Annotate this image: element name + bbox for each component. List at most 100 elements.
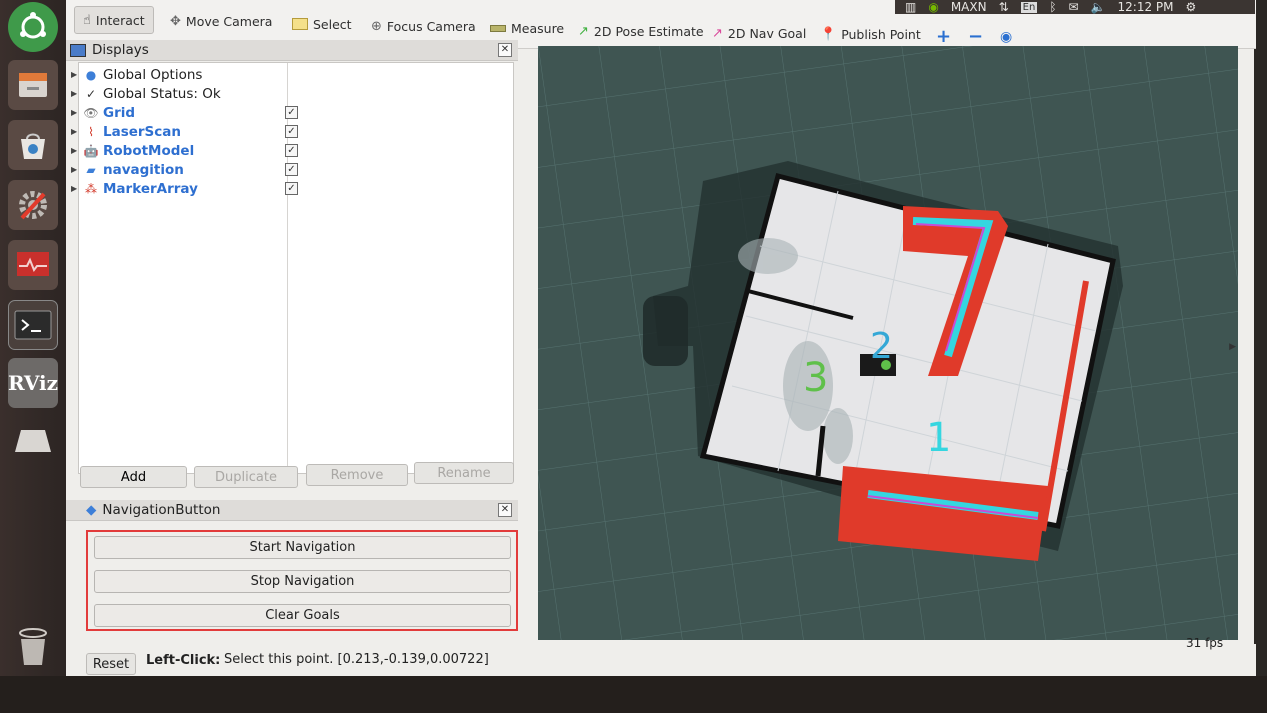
expand-arrow-icon[interactable]: ▶ xyxy=(71,127,79,136)
select-label: Select xyxy=(313,16,352,32)
laserscan-checkbox[interactable]: ✓ xyxy=(285,125,298,138)
globe-icon: ● xyxy=(85,67,97,82)
pose-estimate-tool[interactable]: ↗ 2D Pose Estimate xyxy=(578,20,704,42)
expand-arrow-icon[interactable]: ▶ xyxy=(71,70,79,79)
reset-button[interactable]: Reset xyxy=(86,653,136,675)
green-arrow-icon: ↗ xyxy=(578,23,589,39)
keyboard-layout[interactable]: En xyxy=(1020,1,1038,13)
navigation-panel-header: ◆ NavigationButton ✕ xyxy=(66,500,518,521)
tree-label: LaserScan xyxy=(103,123,182,140)
expand-arrow-icon[interactable]: ▶ xyxy=(71,89,79,98)
displays-panel: Displays ✕ ▶ ● Global Options ▶ ✓ Global… xyxy=(66,40,518,498)
marker-array-icon: ⁂ xyxy=(85,181,97,196)
rename-button[interactable]: Rename xyxy=(414,462,514,484)
robot-model-icon: 🤖 xyxy=(83,143,99,158)
tree-row-grid[interactable]: ▶ 👁 Grid ✓ xyxy=(71,103,515,122)
tree-label: Grid xyxy=(103,104,136,121)
software-center-icon[interactable] xyxy=(8,120,58,170)
stop-navigation-button[interactable]: Stop Navigation xyxy=(94,570,511,593)
focus-camera-icon: ⊕ xyxy=(371,18,382,34)
displays-header: Displays ✕ xyxy=(66,40,518,61)
status-hint-text: Select this point. [0.213,-0.139,0.00722… xyxy=(224,652,489,667)
folder-icon: ▰ xyxy=(86,162,96,177)
select-box-icon xyxy=(292,18,308,30)
focus-camera-tool[interactable]: ⊕ Focus Camera xyxy=(371,15,476,37)
highlight-box: Start Navigation Stop Navigation Clear G… xyxy=(86,530,518,631)
status-bar: Reset Left-Click: Select this point. [0.… xyxy=(66,636,1256,676)
expand-arrow-icon[interactable]: ▶ xyxy=(71,146,79,155)
measure-tool[interactable]: Measure xyxy=(490,17,564,39)
laserscan-icon: ⌇ xyxy=(88,124,94,139)
expand-arrow-icon[interactable]: ▶ xyxy=(71,184,79,193)
marker-label-3: 3 xyxy=(803,355,828,401)
remove-tool-button[interactable]: − xyxy=(968,25,983,47)
close-icon[interactable]: ✕ xyxy=(498,43,512,57)
expand-arrow-icon[interactable]: ▶ xyxy=(71,165,79,174)
fps-counter: 31 fps xyxy=(1186,636,1224,650)
mail-icon[interactable]: ✉ xyxy=(1069,0,1079,14)
grid-checkbox[interactable]: ✓ xyxy=(285,106,298,119)
terminal-icon[interactable] xyxy=(8,300,58,350)
workspace-switcher-icon[interactable] xyxy=(8,416,58,466)
dash-icon[interactable] xyxy=(8,2,58,52)
network-icon[interactable]: ⇅ xyxy=(999,0,1009,14)
tree-label: Global Options xyxy=(103,66,203,83)
tree-row-navagition[interactable]: ▶ ▰ navagition ✓ xyxy=(71,160,515,179)
tree-label: MarkerArray xyxy=(103,180,198,197)
interact-tool[interactable]: ☝ Interact xyxy=(74,6,154,34)
diamond-icon: ◆ xyxy=(86,502,97,518)
remove-button[interactable]: Remove xyxy=(306,464,408,486)
displays-tree: ▶ ● Global Options ▶ ✓ Global Status: Ok… xyxy=(71,62,515,474)
pose-estimate-label: 2D Pose Estimate xyxy=(593,23,704,39)
tree-row-laserscan[interactable]: ▶ ⌇ LaserScan ✓ xyxy=(71,122,515,141)
tree-row-robotmodel[interactable]: ▶ 🤖 RobotModel ✓ xyxy=(71,141,515,160)
tree-row-global-options[interactable]: ▶ ● Global Options xyxy=(71,65,515,84)
settings-gear-icon[interactable]: ⚙ xyxy=(1186,0,1197,14)
navagition-checkbox[interactable]: ✓ xyxy=(285,163,298,176)
files-icon[interactable] xyxy=(8,60,58,110)
interact-label: Interact xyxy=(95,12,145,28)
monitor-bezel xyxy=(0,676,1267,713)
tree-row-markerarray[interactable]: ▶ ⁂ MarkerArray ✓ xyxy=(71,179,515,198)
expand-arrow-icon[interactable]: ▶ xyxy=(71,108,79,117)
measure-label: Measure xyxy=(511,20,565,36)
render-viewport[interactable]: 1 2 3 ◀ ▶ xyxy=(538,46,1238,640)
monitor-icon[interactable] xyxy=(8,240,58,290)
trash-icon[interactable] xyxy=(8,622,58,672)
tool-properties-icon[interactable]: ◉ xyxy=(1000,26,1012,48)
displays-icon xyxy=(70,43,86,57)
robotmodel-checkbox[interactable]: ✓ xyxy=(285,144,298,157)
collapse-right-icon[interactable]: ▶ xyxy=(1229,342,1236,352)
ruler-icon xyxy=(490,24,506,32)
pink-arrow-icon: ↗ xyxy=(712,25,723,41)
select-tool[interactable]: Select xyxy=(292,13,352,35)
map-canvas[interactable]: 1 2 3 xyxy=(538,46,1238,640)
start-navigation-button[interactable]: Start Navigation xyxy=(94,536,511,559)
markerarray-checkbox[interactable]: ✓ xyxy=(285,182,298,195)
publish-point-tool[interactable]: 📍 Publish Point xyxy=(820,23,921,45)
tree-row-global-status[interactable]: ▶ ✓ Global Status: Ok xyxy=(71,84,515,103)
navigation-panel-title: NavigationButton xyxy=(102,502,221,518)
duplicate-button[interactable]: Duplicate xyxy=(194,466,298,488)
hand-pointer-icon: ☝ xyxy=(83,12,91,28)
close-icon[interactable]: ✕ xyxy=(498,503,512,517)
volume-icon[interactable]: 🔈 xyxy=(1091,0,1106,14)
move-camera-icon: ✥ xyxy=(170,13,181,29)
rviz-icon[interactable]: RViz xyxy=(8,358,58,408)
bluetooth-icon[interactable]: ᛒ xyxy=(1049,0,1056,14)
tree-label: RobotModel xyxy=(103,142,195,159)
clear-goals-button[interactable]: Clear Goals xyxy=(94,604,511,627)
move-camera-label: Move Camera xyxy=(185,13,273,29)
move-camera-tool[interactable]: ✥ Move Camera xyxy=(170,10,272,32)
nav-goal-tool[interactable]: ↗ 2D Nav Goal xyxy=(712,22,806,44)
displays-title: Displays xyxy=(92,42,149,58)
add-tool-button[interactable]: + xyxy=(936,25,951,47)
nvidia-icon[interactable]: ◉ xyxy=(928,0,938,14)
nav-goal-label: 2D Nav Goal xyxy=(727,25,807,41)
power-mode-label[interactable]: MAXN xyxy=(951,0,987,14)
add-button[interactable]: Add xyxy=(80,466,187,488)
system-settings-icon[interactable] xyxy=(8,180,58,230)
indicator-icon[interactable]: ▥ xyxy=(905,0,916,14)
clock[interactable]: 12:12 PM xyxy=(1118,0,1174,14)
grid-icon: 👁 xyxy=(83,105,99,120)
